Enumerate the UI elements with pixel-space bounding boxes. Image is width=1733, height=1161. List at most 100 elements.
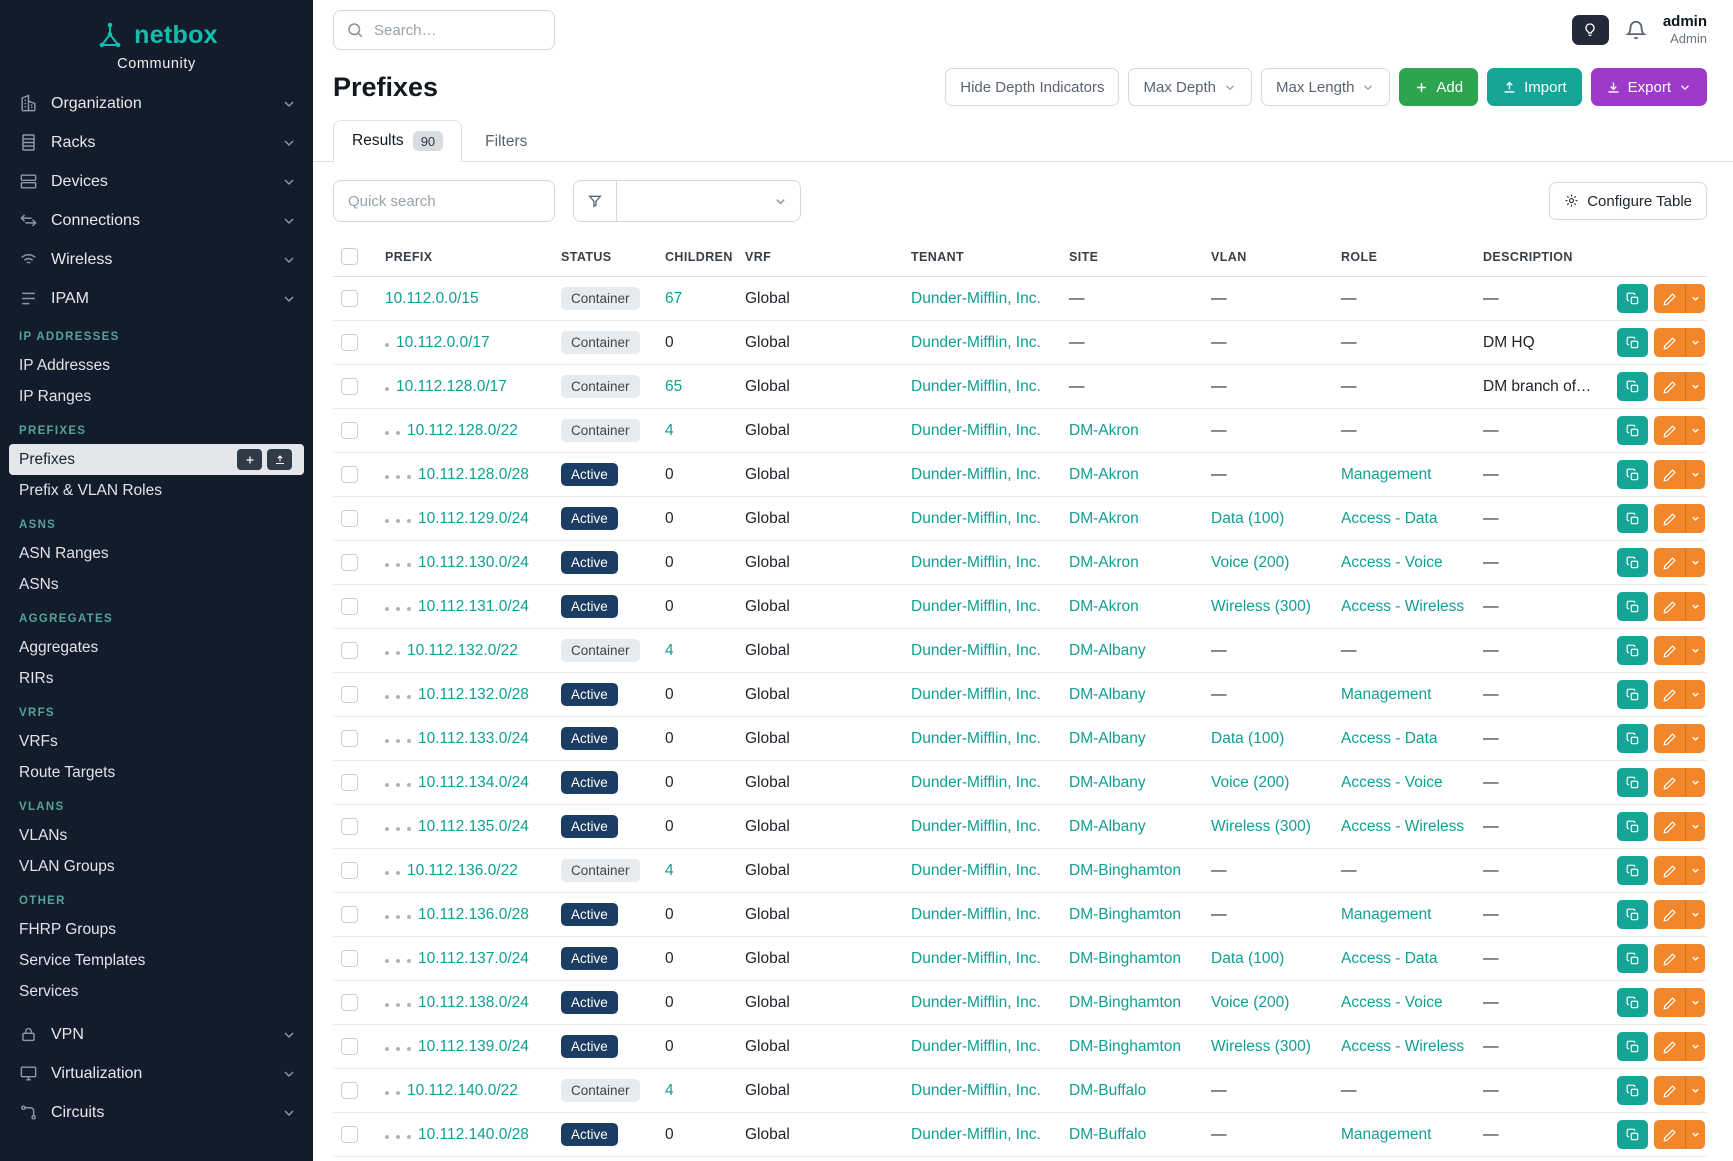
edit-button[interactable] xyxy=(1654,768,1685,797)
edit-dropdown-toggle[interactable] xyxy=(1685,460,1705,489)
vlan-link[interactable]: Data (100) xyxy=(1211,730,1284,747)
tenant-link[interactable]: Dunder-Mifflin, Inc. xyxy=(911,378,1041,395)
prefix-link[interactable]: 10.112.135.0/24 xyxy=(418,818,529,835)
site-link[interactable]: DM-Albany xyxy=(1069,818,1146,835)
edit-button[interactable] xyxy=(1654,592,1685,621)
vlan-link[interactable]: Voice (200) xyxy=(1211,994,1289,1011)
site-link[interactable]: DM-Akron xyxy=(1069,598,1139,615)
notifications-bell-icon[interactable] xyxy=(1625,19,1647,41)
prefix-link[interactable]: 10.112.137.0/24 xyxy=(418,950,529,967)
vlan-link[interactable]: Wireless (300) xyxy=(1211,1038,1311,1055)
column-header-status[interactable]: STATUS xyxy=(553,238,657,277)
site-link[interactable]: DM-Akron xyxy=(1069,554,1139,571)
sidebar-item-devices[interactable]: Devices xyxy=(0,162,313,201)
select-all-checkbox[interactable] xyxy=(341,248,358,265)
role-link[interactable]: Access - Wireless xyxy=(1341,1038,1464,1055)
sidebar-item-service-templates[interactable]: Service Templates xyxy=(0,945,313,976)
role-link[interactable]: Access - Voice xyxy=(1341,774,1443,791)
copy-button[interactable] xyxy=(1617,680,1648,709)
sidebar-item-wireless[interactable]: Wireless xyxy=(0,240,313,279)
copy-button[interactable] xyxy=(1617,592,1648,621)
role-link[interactable]: Access - Data xyxy=(1341,730,1437,747)
copy-button[interactable] xyxy=(1617,416,1648,445)
prefix-link[interactable]: 10.112.129.0/24 xyxy=(418,510,529,527)
max-length-dropdown[interactable]: Max Length xyxy=(1261,68,1390,106)
tenant-link[interactable]: Dunder-Mifflin, Inc. xyxy=(911,774,1041,791)
column-header-description[interactable]: DESCRIPTION xyxy=(1475,238,1603,277)
sidebar-item-vlans[interactable]: VLANs xyxy=(0,820,313,851)
global-search-input[interactable] xyxy=(333,10,555,50)
edit-dropdown-toggle[interactable] xyxy=(1685,856,1705,885)
copy-button[interactable] xyxy=(1617,812,1648,841)
sidebar-item-vpn[interactable]: VPN xyxy=(0,1015,313,1054)
tenant-link[interactable]: Dunder-Mifflin, Inc. xyxy=(911,422,1041,439)
row-select-checkbox[interactable] xyxy=(341,510,358,527)
sidebar-item-fhrp-groups[interactable]: FHRP Groups xyxy=(0,914,313,945)
edit-button[interactable] xyxy=(1654,416,1685,445)
edit-button[interactable] xyxy=(1654,944,1685,973)
site-link[interactable]: DM-Albany xyxy=(1069,774,1146,791)
sidebar-item-aggregates[interactable]: Aggregates xyxy=(0,632,313,663)
sidebar-item-ip-addresses[interactable]: IP Addresses xyxy=(0,350,313,381)
prefix-link[interactable]: 10.112.128.0/17 xyxy=(396,378,507,395)
column-header-site[interactable]: SITE xyxy=(1061,238,1203,277)
children-count-link[interactable]: 4 xyxy=(665,422,674,439)
children-count-link[interactable]: 65 xyxy=(665,378,682,395)
copy-button[interactable] xyxy=(1617,372,1648,401)
saved-filter-select[interactable] xyxy=(617,180,801,222)
site-link[interactable]: DM-Binghamton xyxy=(1069,862,1181,879)
role-link[interactable]: Management xyxy=(1341,1126,1431,1143)
tenant-link[interactable]: Dunder-Mifflin, Inc. xyxy=(911,1038,1041,1055)
hide-depth-indicators-button[interactable]: Hide Depth Indicators xyxy=(945,68,1119,106)
vlan-link[interactable]: Data (100) xyxy=(1211,950,1284,967)
edit-dropdown-toggle[interactable] xyxy=(1685,592,1705,621)
copy-button[interactable] xyxy=(1617,856,1648,885)
site-link[interactable]: DM-Albany xyxy=(1069,642,1146,659)
sidebar-item-circuits[interactable]: Circuits xyxy=(0,1093,313,1132)
tenant-link[interactable]: Dunder-Mifflin, Inc. xyxy=(911,554,1041,571)
tenant-link[interactable]: Dunder-Mifflin, Inc. xyxy=(911,598,1041,615)
sidebar-item-vrfs[interactable]: VRFs xyxy=(0,726,313,757)
sidebar-item-organization[interactable]: Organization xyxy=(0,84,313,123)
site-link[interactable]: DM-Buffalo xyxy=(1069,1082,1146,1099)
children-count-link[interactable]: 4 xyxy=(665,1082,674,1099)
copy-button[interactable] xyxy=(1617,636,1648,665)
site-link[interactable]: DM-Binghamton xyxy=(1069,1038,1181,1055)
tenant-link[interactable]: Dunder-Mifflin, Inc. xyxy=(911,334,1041,351)
children-count-link[interactable]: 4 xyxy=(665,862,674,879)
sidebar-item-asn-ranges[interactable]: ASN Ranges xyxy=(0,538,313,569)
vlan-link[interactable]: Data (100) xyxy=(1211,510,1284,527)
brand[interactable]: netbox Community xyxy=(0,14,313,84)
edit-button[interactable] xyxy=(1654,284,1685,313)
role-link[interactable]: Access - Voice xyxy=(1341,554,1443,571)
edit-dropdown-toggle[interactable] xyxy=(1685,636,1705,665)
row-select-checkbox[interactable] xyxy=(341,1126,358,1143)
prefix-link[interactable]: 10.112.140.0/22 xyxy=(407,1082,518,1099)
copy-button[interactable] xyxy=(1617,768,1648,797)
row-select-checkbox[interactable] xyxy=(341,1038,358,1055)
tenant-link[interactable]: Dunder-Mifflin, Inc. xyxy=(911,466,1041,483)
filter-button[interactable] xyxy=(573,180,617,222)
row-select-checkbox[interactable] xyxy=(341,422,358,439)
tab-filters[interactable]: Filters xyxy=(466,122,546,162)
edit-dropdown-toggle[interactable] xyxy=(1685,1032,1705,1061)
role-link[interactable]: Access - Wireless xyxy=(1341,598,1464,615)
edit-button[interactable] xyxy=(1654,988,1685,1017)
vlan-link[interactable]: Voice (200) xyxy=(1211,774,1289,791)
edit-dropdown-toggle[interactable] xyxy=(1685,1120,1705,1149)
prefix-link[interactable]: 10.112.130.0/24 xyxy=(418,554,529,571)
user-menu[interactable]: admin Admin xyxy=(1663,13,1707,47)
prefix-link[interactable]: 10.112.136.0/22 xyxy=(407,862,518,879)
copy-button[interactable] xyxy=(1617,460,1648,489)
copy-button[interactable] xyxy=(1617,900,1648,929)
role-link[interactable]: Management xyxy=(1341,466,1431,483)
tenant-link[interactable]: Dunder-Mifflin, Inc. xyxy=(911,686,1041,703)
site-link[interactable]: DM-Akron xyxy=(1069,510,1139,527)
max-depth-dropdown[interactable]: Max Depth xyxy=(1128,68,1252,106)
role-link[interactable]: Management xyxy=(1341,906,1431,923)
tenant-link[interactable]: Dunder-Mifflin, Inc. xyxy=(911,906,1041,923)
sidebar-item-rirs[interactable]: RIRs xyxy=(0,663,313,694)
edit-dropdown-toggle[interactable] xyxy=(1685,416,1705,445)
add-button[interactable]: Add xyxy=(1399,68,1478,106)
tenant-link[interactable]: Dunder-Mifflin, Inc. xyxy=(911,730,1041,747)
